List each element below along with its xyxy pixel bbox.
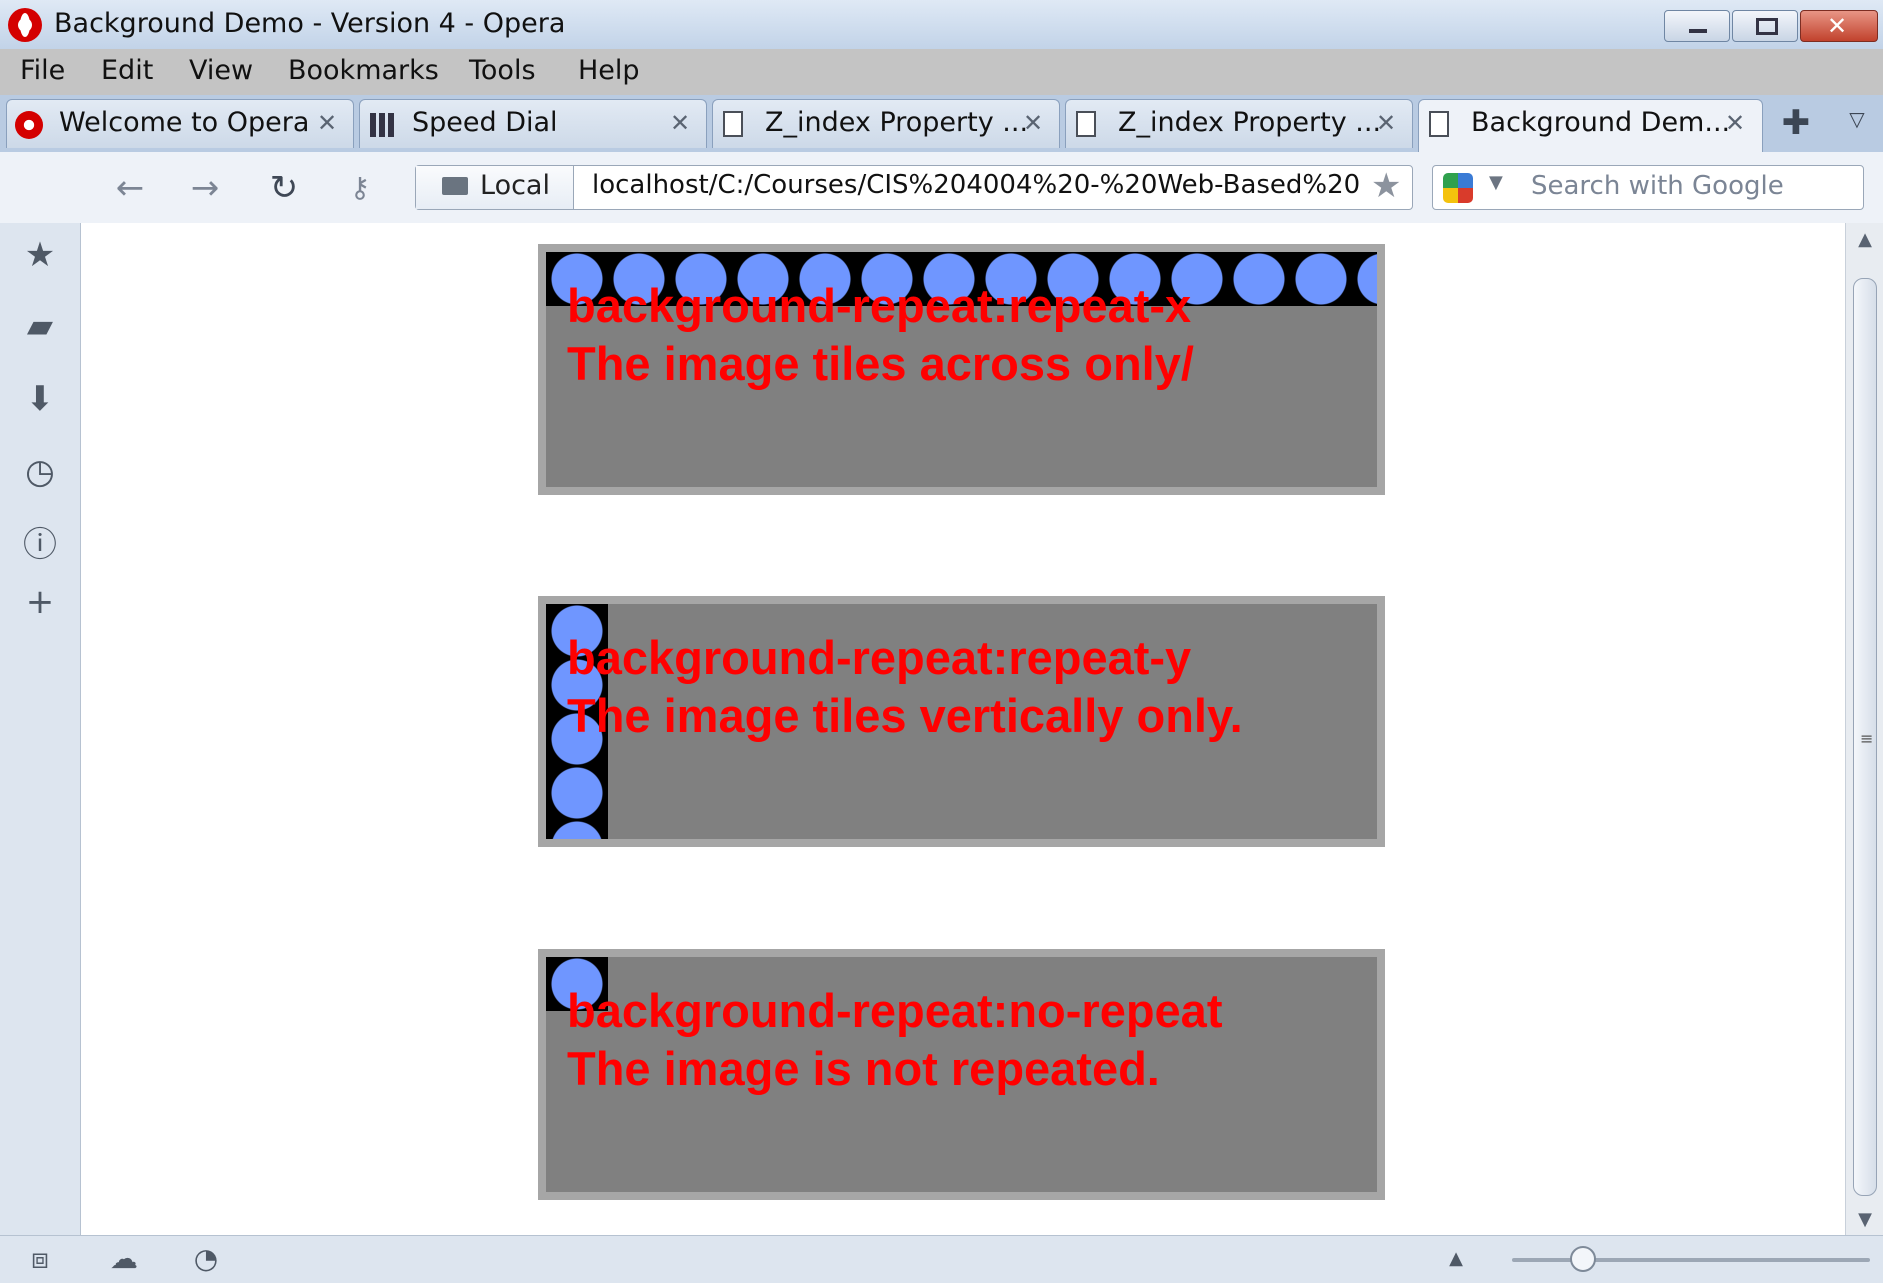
tab-welcome[interactable]: Welcome to Opera ✕ (6, 99, 354, 148)
search-field[interactable]: ▼ Search with Google (1432, 165, 1864, 210)
zoom-slider-handle[interactable] (1570, 1246, 1596, 1272)
forward-arrow-icon[interactable]: → (183, 166, 227, 210)
document-icon (723, 111, 743, 137)
scroll-thumb[interactable]: ≡ (1853, 278, 1877, 1196)
history-icon[interactable]: ◷ (18, 450, 62, 494)
title-bar: Background Demo - Version 4 - Opera (0, 0, 1883, 49)
tab-z-index-1[interactable]: Z_index Property ... ✕ (712, 99, 1060, 148)
tab-label: Z_index Property ... (1118, 107, 1382, 138)
search-input[interactable]: Search with Google (1531, 171, 1784, 201)
tab-label: Z_index Property ... (765, 107, 1029, 138)
info-icon[interactable]: ⓘ (18, 523, 62, 567)
menu-view[interactable]: View (189, 55, 253, 86)
search-engine-dropdown-icon[interactable]: ▼ (1489, 172, 1503, 193)
window-title: Background Demo - Version 4 - Opera (54, 8, 566, 39)
tab-label: Speed Dial (412, 107, 558, 138)
downloads-icon[interactable]: ⬇ (18, 377, 62, 421)
bookmarks-star-icon[interactable]: ★ (18, 233, 62, 277)
demo-text: The image tiles vertically only. (567, 689, 1243, 742)
tab-bar: Welcome to Opera ✕ Speed Dial ✕ Z_index … (0, 95, 1883, 153)
panel-toggle-icon[interactable]: ⧈ (20, 1242, 60, 1276)
demo-text: The image is not repeated. (567, 1042, 1160, 1095)
local-label: Local (480, 170, 550, 201)
key-icon[interactable]: ⚷ (338, 166, 382, 210)
google-icon[interactable] (1443, 173, 1473, 203)
close-tab-icon[interactable]: ✕ (670, 109, 690, 137)
tab-menu-chevron-icon[interactable]: ▽ (1840, 107, 1874, 141)
turbo-icon[interactable]: ◔ (186, 1242, 226, 1276)
local-badge[interactable]: Local (416, 166, 574, 209)
close-tab-icon[interactable]: ✕ (317, 109, 337, 137)
bookmark-star-icon[interactable]: ★ (1371, 166, 1401, 206)
menu-bookmarks[interactable]: Bookmarks (288, 55, 439, 86)
url-input[interactable]: localhost/C:/Courses/CIS%204004%20-%20We… (592, 170, 1362, 200)
document-icon (1076, 111, 1096, 137)
demo-heading: background-repeat:no-repeat (567, 984, 1223, 1037)
zoom-slider-track[interactable] (1512, 1258, 1870, 1262)
demo-text: The image tiles across only/ (567, 337, 1194, 390)
tab-background-demo[interactable]: Background Dem... ✕ (1418, 99, 1763, 153)
tab-z-index-2[interactable]: Z_index Property ... ✕ (1065, 99, 1413, 148)
page-viewport: background-repeat:repeat-x The image til… (81, 223, 1845, 1235)
computer-icon (442, 177, 468, 195)
vertical-scrollbar[interactable]: ▲ ≡ ▼ (1845, 223, 1883, 1235)
scroll-grip-icon: ≡ (1860, 729, 1874, 748)
reload-icon[interactable]: ↻ (262, 166, 306, 210)
close-window-button[interactable] (1800, 10, 1878, 42)
close-tab-icon[interactable]: ✕ (1725, 109, 1745, 137)
demo-box-repeat-x: background-repeat:repeat-x The image til… (538, 244, 1385, 495)
status-bar: ⧈ ☁ ◔ ▲ (0, 1235, 1883, 1283)
maximize-button[interactable] (1732, 10, 1798, 42)
view-menu-up-arrow-icon[interactable]: ▲ (1436, 1248, 1476, 1282)
navigation-bar: ← → ↻ ⚷ Local localhost/C:/Courses/CIS%2… (0, 152, 1883, 224)
demo-box-repeat-y: background-repeat:repeat-y The image til… (538, 596, 1385, 847)
close-tab-icon[interactable]: ✕ (1376, 109, 1396, 137)
scroll-up-arrow-icon[interactable]: ▲ (1846, 229, 1883, 250)
address-bar[interactable]: Local localhost/C:/Courses/CIS%204004%20… (415, 165, 1413, 210)
menu-tools[interactable]: Tools (469, 55, 536, 86)
opera-logo-icon (8, 8, 42, 42)
close-tab-icon[interactable]: ✕ (1023, 109, 1043, 137)
panel-sidebar: ★ ▰ ⬇ ◷ ⓘ + (0, 223, 81, 1235)
opera-icon (15, 111, 43, 139)
speed-dial-icon (370, 113, 404, 137)
add-panel-icon[interactable]: + (18, 580, 62, 624)
menu-bar: File Edit View Bookmarks Tools Help (0, 49, 1883, 95)
tab-label: Background Dem... (1471, 107, 1731, 138)
back-arrow-icon[interactable]: ← (108, 166, 152, 210)
menu-file[interactable]: File (20, 55, 65, 86)
demo-box-no-repeat: background-repeat:no-repeat The image is… (538, 949, 1385, 1200)
unite-cloud-icon[interactable]: ☁ (104, 1242, 144, 1276)
new-tab-button[interactable]: ✚ (1770, 103, 1822, 143)
tab-speed-dial[interactable]: Speed Dial ✕ (359, 99, 707, 148)
notes-icon[interactable]: ▰ (18, 304, 62, 348)
menu-help[interactable]: Help (578, 55, 640, 86)
demo-heading: background-repeat:repeat-x (567, 279, 1192, 332)
menu-edit[interactable]: Edit (101, 55, 153, 86)
document-icon (1429, 111, 1449, 137)
minimize-button[interactable] (1664, 10, 1730, 42)
tab-label: Welcome to Opera (59, 107, 310, 138)
demo-heading: background-repeat:repeat-y (567, 631, 1192, 684)
scroll-down-arrow-icon[interactable]: ▼ (1846, 1209, 1883, 1230)
